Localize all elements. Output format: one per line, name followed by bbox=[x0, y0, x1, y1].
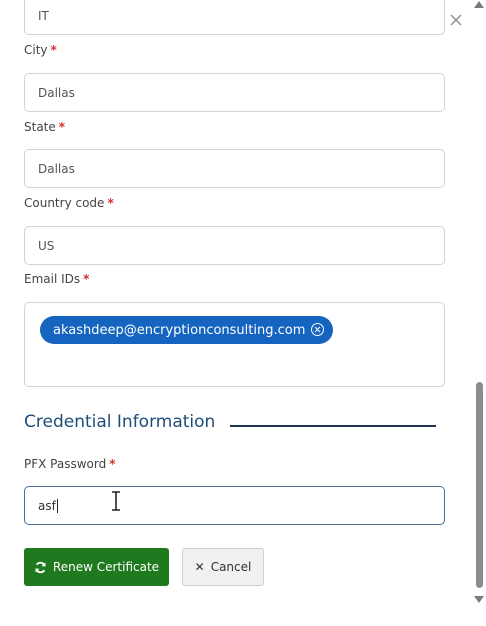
renew-certificate-button[interactable]: Renew Certificate bbox=[24, 548, 169, 586]
required-marker: * bbox=[109, 457, 116, 471]
org-unit-value: IT bbox=[38, 8, 49, 23]
section-title: Credential Information bbox=[24, 412, 216, 432]
renew-certificate-label: Renew Certificate bbox=[52, 560, 160, 574]
country-code-field[interactable]: US bbox=[24, 226, 445, 265]
required-marker: * bbox=[50, 43, 57, 57]
cancel-label: Cancel bbox=[210, 560, 252, 574]
email-ids-field[interactable]: akashdeep@encryptionconsulting.com bbox=[24, 302, 445, 387]
city-label: City * bbox=[24, 43, 57, 57]
close-icon[interactable] bbox=[449, 13, 463, 27]
text-caret bbox=[56, 498, 58, 513]
scrollbar-thumb[interactable] bbox=[476, 382, 483, 588]
scroll-up-arrow-icon[interactable] bbox=[474, 1, 484, 8]
state-label: State * bbox=[24, 120, 65, 134]
state-label-text: State bbox=[24, 120, 56, 134]
pfx-password-value: asf bbox=[38, 498, 56, 513]
country-code-value: US bbox=[38, 238, 55, 253]
country-code-label-text: Country code bbox=[24, 196, 105, 210]
required-marker: * bbox=[58, 120, 66, 134]
city-value: Dallas bbox=[38, 85, 75, 100]
email-chip-text: akashdeep@encryptionconsulting.com bbox=[53, 322, 306, 338]
state-value: Dallas bbox=[38, 161, 75, 176]
pfx-password-label-text: PFX Password bbox=[24, 457, 107, 471]
state-field[interactable]: Dallas bbox=[24, 149, 445, 188]
circle-x-icon[interactable] bbox=[311, 323, 325, 336]
email-ids-label: Email IDs * bbox=[24, 272, 89, 286]
required-marker: * bbox=[83, 272, 90, 286]
pfx-password-field[interactable]: asf bbox=[24, 486, 445, 525]
cancel-button[interactable]: ✕ Cancel bbox=[182, 548, 264, 586]
email-ids-label-text: Email IDs bbox=[24, 272, 81, 286]
section-divider bbox=[230, 425, 436, 427]
org-unit-field[interactable]: IT bbox=[24, 0, 445, 35]
city-field[interactable]: Dallas bbox=[24, 73, 445, 112]
required-marker: * bbox=[107, 196, 114, 210]
ibeam-cursor-icon bbox=[112, 491, 120, 511]
email-chip: akashdeep@encryptionconsulting.com bbox=[40, 316, 334, 344]
refresh-icon bbox=[35, 561, 46, 573]
x-icon: ✕ bbox=[194, 560, 205, 574]
country-code-label: Country code * bbox=[24, 196, 114, 210]
pfx-password-label: PFX Password * bbox=[24, 457, 116, 471]
scroll-down-arrow-icon[interactable] bbox=[474, 596, 484, 603]
city-label-text: City bbox=[24, 43, 48, 57]
